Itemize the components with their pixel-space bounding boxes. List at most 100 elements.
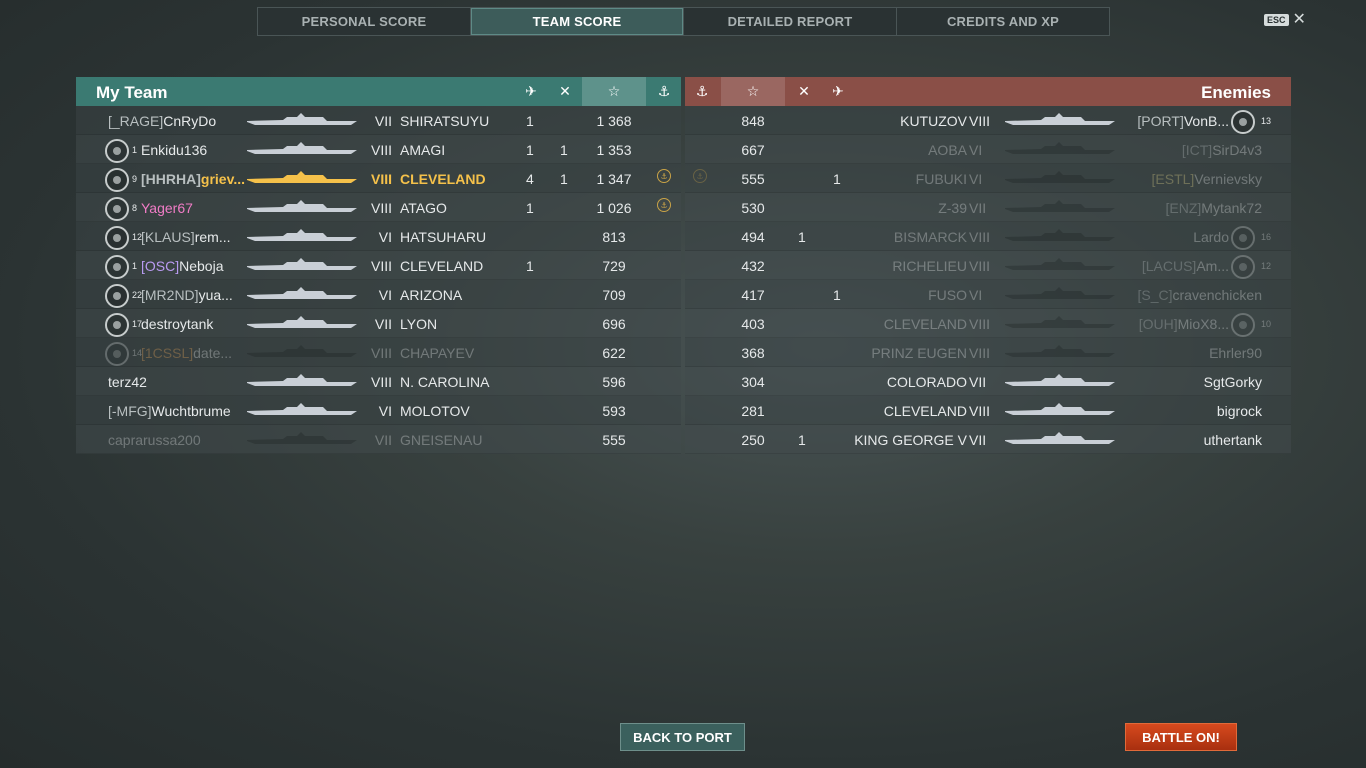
base-xp-score: 555 (602, 432, 626, 448)
ship-tier: VIII (370, 258, 392, 274)
player-name[interactable]: Yager67 (141, 200, 193, 216)
ship-name: CHAPAYEV (400, 345, 475, 361)
ship-name: RICHELIEU (892, 258, 967, 274)
player-name[interactable]: [S_C]cravenchicken (1137, 287, 1262, 303)
player-row: uthertank VII KING GEORGE V 1 250 (685, 425, 1291, 454)
planes-destroyed-icon: ✈ (525, 83, 537, 99)
ship-silhouette-icon (1005, 257, 1115, 274)
ships-destroyed: 1 (560, 171, 568, 187)
ship-tier: VIII (370, 171, 392, 187)
player-name[interactable]: [MR2ND]yua... (141, 287, 233, 303)
player-name[interactable]: [_RAGE]CnRyDo (108, 113, 216, 129)
player-name[interactable]: Lardo (1193, 229, 1229, 245)
rank-level: 13 (1260, 116, 1271, 126)
player-row: [_RAGE]CnRyDo VII SHIRATSUYU 1 1 368 (76, 106, 681, 135)
player-name[interactable]: uthertank (1204, 432, 1262, 448)
ships-destroyed-icon: ✕ (798, 83, 810, 99)
clan-tag: [HHRHA] (141, 171, 201, 187)
player-row: 12 [LACUS]Am... VIII RICHELIEU 432 (685, 251, 1291, 280)
ribbon-icon: ⚓ (657, 198, 671, 212)
player-name[interactable]: [ESTL]Vernievsky (1152, 171, 1263, 187)
score-star-icon[interactable]: ☆ (582, 77, 646, 106)
player-name[interactable]: Enkidu136 (141, 142, 207, 158)
player-name[interactable]: [PORT]VonB... (1137, 113, 1229, 129)
player-nickname: Neboja (179, 258, 224, 274)
ship-tier: VII (374, 113, 392, 129)
tab-personal-score[interactable]: PERSONAL SCORE (258, 8, 471, 35)
rank-emblem-icon (105, 284, 131, 308)
player-name[interactable]: bigrock (1217, 403, 1262, 419)
clan-tag: [ENZ] (1165, 200, 1202, 216)
rank-badge-icon (105, 226, 129, 250)
battle-on-button[interactable]: BATTLE ON! (1125, 723, 1237, 751)
base-xp-score: 709 (602, 287, 626, 303)
rank-emblem-icon (1231, 313, 1257, 337)
ship-tier: VII (374, 316, 392, 332)
player-nickname: yua... (198, 287, 233, 303)
player-name[interactable]: caprarussa200 (108, 432, 201, 448)
player-nickname: VonB... (1183, 113, 1229, 129)
planes-destroyed: 1 (833, 287, 841, 303)
ship-name: GNEISENAU (400, 432, 483, 448)
tab-credits-and-xp[interactable]: CREDITS AND XP (897, 8, 1109, 35)
player-name[interactable]: Ehrler90 (1209, 345, 1262, 361)
player-row: caprarussa200 VII GNEISENAU 555 (76, 425, 681, 454)
ship-tier: VIII (969, 345, 991, 361)
clan-tag: [LACUS] (1141, 258, 1197, 274)
ship-silhouette-icon (247, 257, 357, 274)
player-row: [-MFG]Wuchtbrume VI MOLOTOV 593 (76, 396, 681, 425)
my-team-list: [_RAGE]CnRyDo VII SHIRATSUYU 1 1 368 1 Enkidu1… (76, 106, 681, 454)
rank-level: 12 (1260, 261, 1271, 271)
ship-tier: VIII (370, 142, 392, 158)
player-name[interactable]: [OUH]MioX8... (1139, 316, 1229, 332)
ship-silhouette-icon (247, 286, 357, 303)
back-to-port-button[interactable]: BACK TO PORT (620, 723, 745, 751)
ship-name: CLEVELAND (883, 316, 967, 332)
player-name[interactable]: [OSC]Neboja (141, 258, 224, 274)
ship-name: KUTUZOV (900, 113, 967, 129)
ship-tier: VII (969, 374, 987, 390)
ships-destroyed: 1 (560, 142, 568, 158)
anchor-ribbon-icon: ⚓ (693, 169, 707, 183)
tab-team-score[interactable]: TEAM SCORE (471, 8, 684, 35)
player-nickname: rem... (194, 229, 231, 245)
ship-silhouette-icon (1005, 344, 1115, 361)
ship-name: BISMARCK (893, 229, 967, 245)
player-name[interactable]: destroytank (141, 316, 213, 332)
player-row: bigrock VIII CLEVELAND 281 (685, 396, 1291, 425)
player-row: ⚓ 9 [HHRHA]griev... VIII CLEVELAND 4 1 1 347 (76, 164, 681, 193)
tab-detailed-report[interactable]: DETAILED REPORT (684, 8, 897, 35)
close-button[interactable]: ESC ✕ (1264, 12, 1306, 28)
rank-emblem-icon (105, 226, 131, 250)
ship-silhouette-icon (247, 402, 357, 419)
player-name[interactable]: [ENZ]Mytank72 (1166, 200, 1262, 216)
ship-tier: VII (374, 432, 392, 448)
clan-tag: [PORT] (1137, 113, 1184, 129)
ribbons-icon: ⚓ (695, 83, 709, 99)
clan-tag: [_RAGE] (108, 113, 164, 129)
player-nickname: caprarussa200 (108, 432, 201, 448)
player-name[interactable]: SgtGorky (1204, 374, 1262, 390)
base-xp-score: 813 (602, 229, 626, 245)
my-team-header: My Team ✈ ✕ ☆ ⚓ (76, 77, 681, 106)
player-name[interactable]: [HHRHA]griev... (141, 171, 245, 187)
player-name[interactable]: terz42 (108, 374, 147, 390)
clan-tag: [OUH] (1138, 316, 1178, 332)
player-row: ⚓ 8 Yager67 VIII ATAGO 1 1 026 (76, 193, 681, 222)
ship-name: COLORADO (886, 374, 967, 390)
player-name[interactable]: [KLAUS]rem... (141, 229, 230, 245)
rank-badge-icon (1231, 255, 1255, 279)
my-team-panel: My Team ✈ ✕ ☆ ⚓ [_RAGE]CnRyDo VII SHIRATSU… (76, 77, 681, 455)
ship-name: HATSUHARU (400, 229, 487, 245)
player-name[interactable]: [ICT]SirD4v3 (1182, 142, 1262, 158)
score-star-icon[interactable]: ☆ (721, 77, 785, 106)
player-name[interactable]: [1CSSL]date... (141, 345, 232, 361)
rank-emblem-icon (105, 197, 131, 221)
base-xp-score: 304 (741, 374, 765, 390)
player-nickname: cravenchicken (1172, 287, 1263, 303)
player-name[interactable]: [LACUS]Am... (1142, 258, 1229, 274)
my-team-title: My Team (96, 83, 168, 102)
player-row: ⚓ [ESTL]Vernievsky VI FUBUKI 1 555 (685, 164, 1291, 193)
base-xp-score: 1 026 (596, 200, 632, 216)
player-name[interactable]: [-MFG]Wuchtbrume (108, 403, 231, 419)
